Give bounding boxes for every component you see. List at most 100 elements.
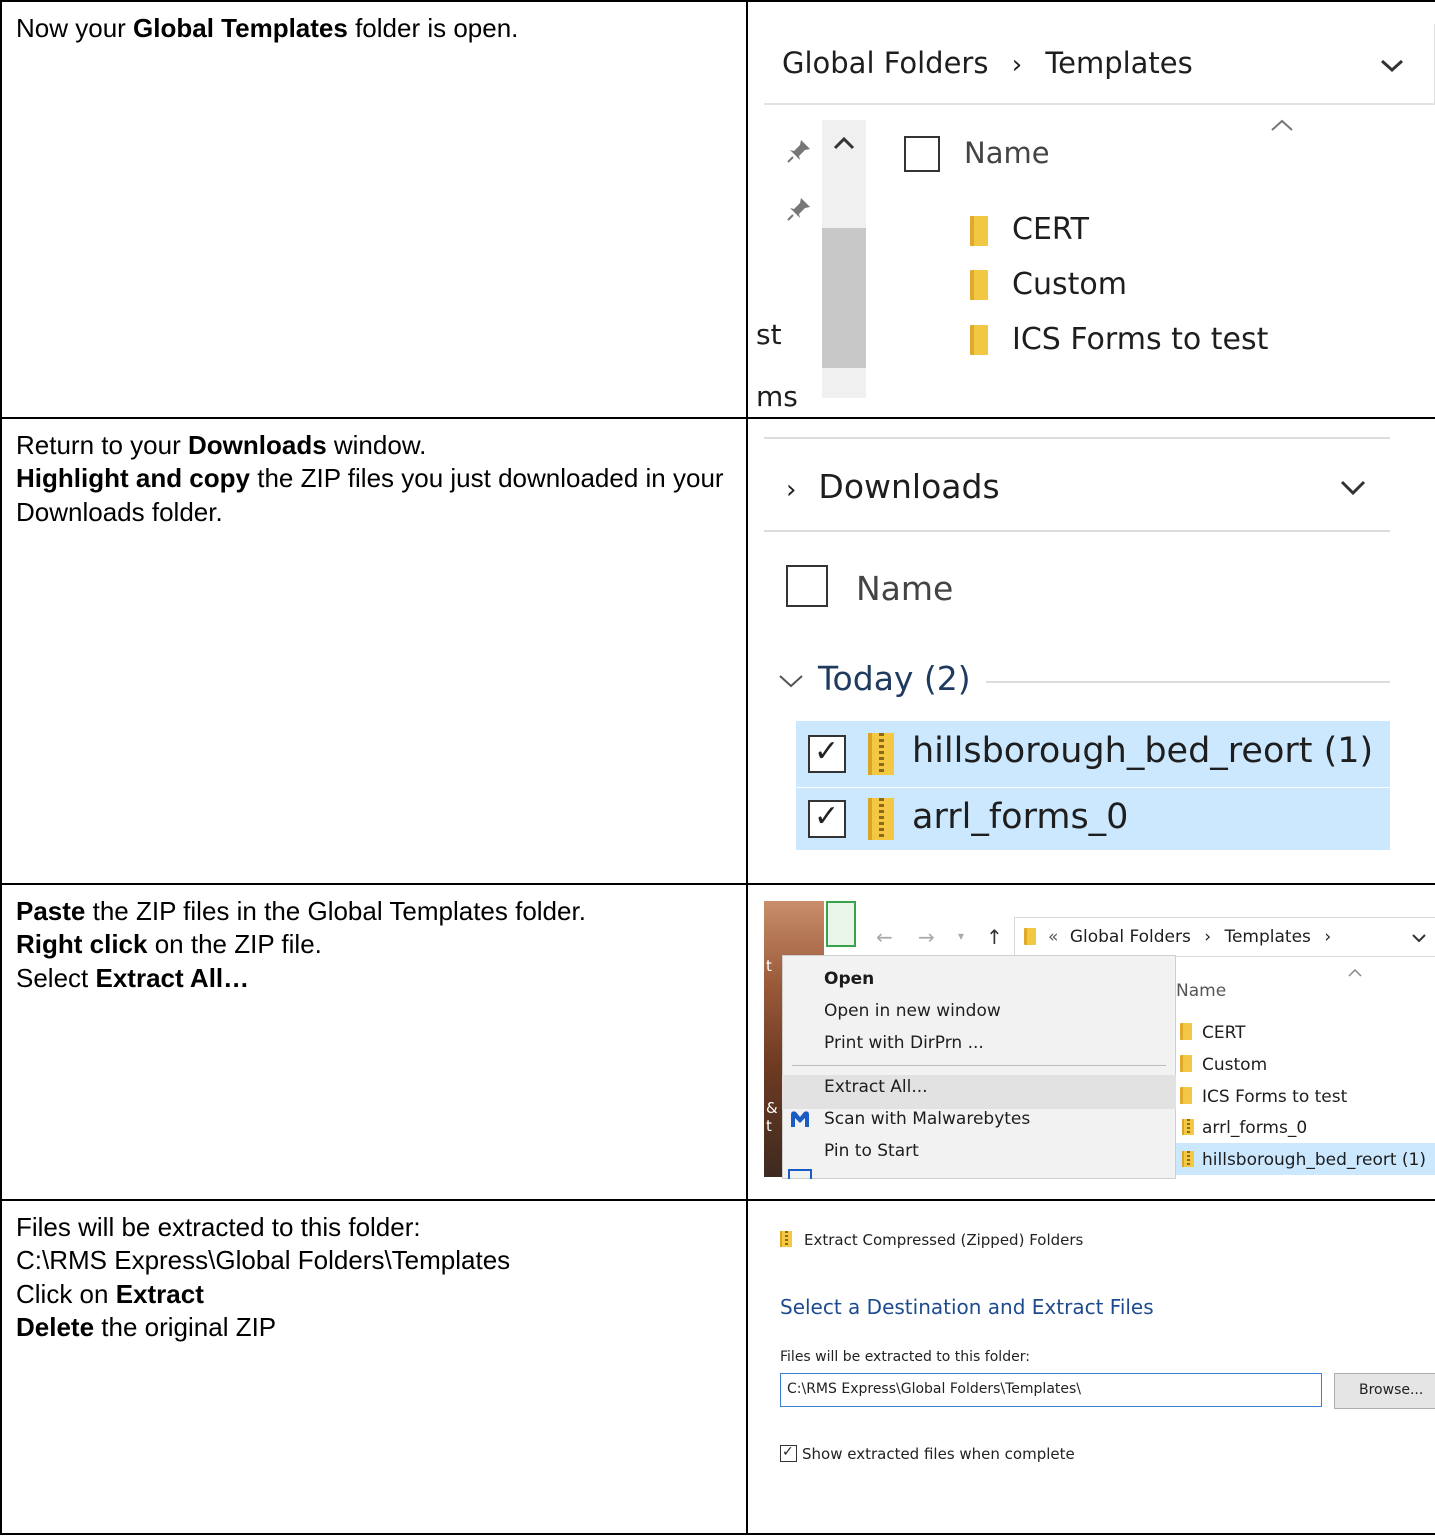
text: Now your	[16, 13, 134, 43]
step-2-screenshot: › Downloads Name Today (2) ✓ hillsborough…	[746, 417, 1435, 885]
pin-icon	[787, 140, 810, 163]
instructions-table: Now your Global Templates folder is open…	[0, 0, 1435, 1535]
chevron-down-icon[interactable]	[1412, 933, 1426, 943]
menu-item-print-dirprn[interactable]: Print with DirPrn ...	[824, 1033, 984, 1053]
breadcrumb-item[interactable]: Templates	[1045, 46, 1192, 80]
bold-text: Right click	[16, 929, 148, 960]
text: Files will be extracted to this folder:	[16, 1212, 421, 1242]
step-3-screenshot: t & t ← → ▾ ↑ « Global Folders › Templat…	[746, 883, 1435, 1201]
up-arrow-icon[interactable]: ↑	[986, 925, 1003, 949]
zip-folder-icon	[780, 1231, 792, 1247]
browse-button-label: Browse...	[1359, 1382, 1424, 1398]
step-row-3: Paste the ZIP files in the Global Templa…	[0, 883, 1435, 1201]
menu-item-open[interactable]: Open	[824, 969, 874, 989]
breadcrumb-item[interactable]: Global Folders	[1070, 927, 1191, 947]
folder-icon	[1180, 1055, 1192, 1072]
desktop-label: t	[766, 957, 772, 975]
bold-text: Paste	[16, 896, 86, 926]
folder-icon	[1180, 1087, 1192, 1104]
nav-item-label: st	[756, 318, 782, 351]
step-4-text: Files will be extracted to this folder: …	[0, 1199, 748, 1535]
step-2-text: Return to your Downloads window. Highlig…	[0, 417, 748, 885]
text: C:\RMS Express\Global Folders\Templates	[16, 1245, 511, 1276]
nav-item-label: ms	[756, 380, 798, 413]
menu-item-open-new-window[interactable]: Open in new window	[824, 1001, 1001, 1021]
file-name[interactable]: hillsborough_bed_reort (1)	[912, 731, 1373, 771]
select-all-checkbox[interactable]	[786, 565, 828, 607]
forward-arrow-icon[interactable]: →	[918, 925, 935, 949]
column-header-name[interactable]: Name	[856, 569, 953, 608]
browse-button[interactable]: Browse...	[1334, 1373, 1435, 1409]
step-1-text: Now your Global Templates folder is open…	[0, 0, 748, 419]
column-header-name[interactable]: Name	[964, 136, 1050, 170]
back-arrow-icon[interactable]: ←	[876, 925, 893, 949]
scrollbar-thumb[interactable]	[822, 228, 866, 368]
desktop-label: &	[766, 1099, 778, 1117]
desktop-label: t	[766, 1117, 772, 1135]
destination-path-input[interactable]: C:\RMS Express\Global Folders\Templates\	[780, 1373, 1322, 1407]
overflow-chevron-icon[interactable]: «	[1048, 927, 1058, 947]
list-item[interactable]: Custom	[1202, 1055, 1267, 1075]
bold-text: Highlight and copy	[16, 463, 250, 494]
destination-label: Files will be extracted to this folder:	[780, 1349, 1030, 1365]
select-all-checkbox[interactable]	[904, 136, 940, 172]
breadcrumb-chevron-icon: ›	[1204, 927, 1212, 947]
step-row-4: Files will be extracted to this folder: …	[0, 1199, 1435, 1535]
chevron-down-icon[interactable]	[1380, 58, 1404, 74]
list-item[interactable]: CERT	[1202, 1023, 1246, 1043]
menu-item-icon	[788, 1169, 812, 1179]
destination-path-value: C:\RMS Express\Global Folders\Templates\	[787, 1381, 1082, 1397]
text: the original ZIP	[94, 1311, 277, 1342]
chevron-down-icon[interactable]	[1340, 479, 1366, 497]
text: window.	[326, 430, 427, 460]
step-3-text: Paste the ZIP files in the Global Templa…	[0, 883, 748, 1201]
checkmark-icon: ✓	[814, 734, 840, 769]
checkmark-icon: ✓	[782, 1444, 794, 1460]
breadcrumb-item[interactable]: Downloads	[818, 467, 999, 506]
zip-folder-icon	[1182, 1119, 1194, 1135]
list-item[interactable]: ICS Forms to test	[1202, 1087, 1347, 1107]
step-row-2: Return to your Downloads window. Highlig…	[0, 417, 1435, 885]
menu-separator	[792, 1065, 1166, 1066]
folder-icon	[970, 325, 988, 355]
recent-chevron-icon[interactable]: ▾	[958, 929, 964, 943]
text: the ZIP files in the Global Templates fo…	[85, 896, 586, 926]
pin-icon	[787, 198, 810, 221]
breadcrumb-chevron-icon: ›	[1011, 50, 1023, 80]
collapse-chevron-icon[interactable]	[778, 673, 804, 689]
list-item[interactable]: CERT	[1012, 212, 1089, 247]
text: on the ZIP file.	[147, 929, 322, 960]
folder-icon	[970, 270, 988, 300]
breadcrumb-chevron-icon: ›	[1324, 927, 1332, 947]
list-item[interactable]: hillsborough_bed_reort (1)	[1202, 1150, 1426, 1170]
menu-item-pin-to-start[interactable]: Pin to Start	[824, 1141, 919, 1161]
step-row-1: Now your Global Templates folder is open…	[0, 0, 1435, 419]
menu-item-extract-all[interactable]: Extract All...	[824, 1077, 928, 1097]
dialog-heading: Select a Destination and Extract Files	[780, 1295, 1154, 1319]
address-path: « Global Folders › Templates ›	[1048, 927, 1331, 947]
zip-folder-icon	[1182, 1151, 1194, 1167]
breadcrumb-item[interactable]: Global Folders	[782, 46, 988, 80]
show-files-label: Show extracted files when complete	[802, 1445, 1075, 1463]
zip-folder-icon	[868, 798, 894, 840]
malwarebytes-icon	[791, 1111, 809, 1127]
list-item[interactable]: Custom	[1012, 267, 1127, 302]
menu-item-scan-malwarebytes[interactable]: Scan with Malwarebytes	[824, 1109, 1030, 1129]
scrollbar[interactable]	[822, 120, 866, 398]
file-name[interactable]: arrl_forms_0	[912, 797, 1128, 837]
step-4-screenshot: Extract Compressed (Zipped) Folders Sele…	[746, 1199, 1435, 1535]
bold-text: Downloads	[187, 430, 327, 460]
column-header-name[interactable]: Name	[1176, 981, 1226, 1001]
bold-text: Extract	[115, 1278, 204, 1309]
text: Select	[16, 962, 96, 993]
scroll-up-icon[interactable]	[833, 136, 855, 150]
list-item[interactable]: arrl_forms_0	[1202, 1118, 1307, 1138]
breadcrumb: › Downloads	[786, 467, 1000, 506]
folder-icon	[970, 216, 988, 246]
zip-folder-icon	[868, 733, 894, 775]
list-item[interactable]: ICS Forms to test	[1012, 322, 1268, 357]
text: Return to your	[16, 430, 188, 460]
breadcrumb-item[interactable]: Templates	[1224, 927, 1310, 947]
group-header[interactable]: Today (2)	[818, 659, 971, 698]
dialog-title: Extract Compressed (Zipped) Folders	[804, 1231, 1084, 1249]
